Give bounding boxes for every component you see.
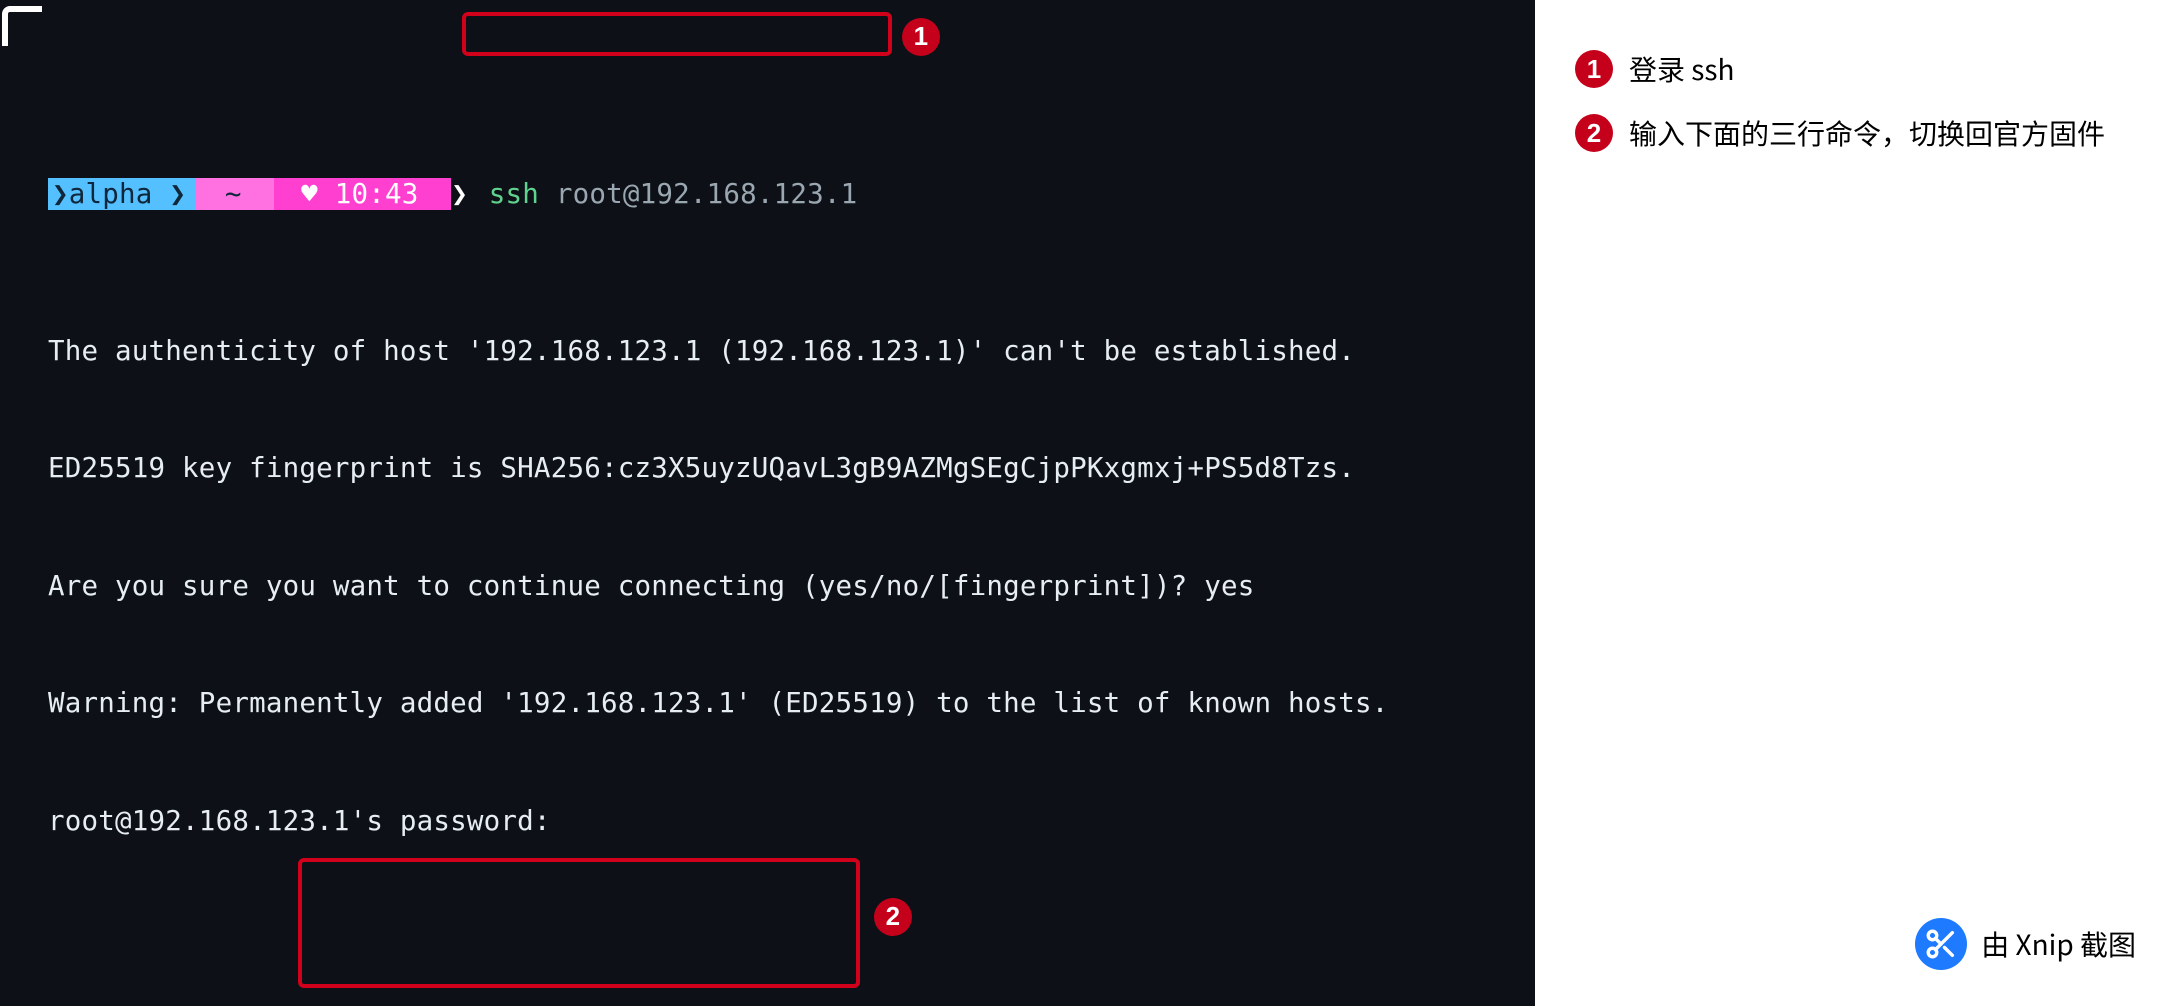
watermark: 由 Xnip 截图 [1915,918,2136,970]
blank-line [0,920,1535,959]
annotation-text: 登录 ssh [1629,48,2134,90]
annotation-number: 2 [1587,112,1601,154]
annotation-item-2: 2 输入下面的三行命令，切换回官方固件 [1575,112,2134,154]
annotation-badge-1: 1 [902,18,940,56]
heart-icon: ♥ [301,178,318,210]
terminal-window[interactable]: ❯alpha ❯ ~ ♥ 10:43 ❯ ssh root@192.168.12… [0,0,1535,1006]
command-arg: root@192.168.123.1 [556,178,858,210]
prompt-time-segment: ♥ 10:43 [274,178,451,210]
prompt-time: 10:43 [335,178,419,210]
scissors-icon [1915,918,1967,970]
output-line: Warning: Permanently added '192.168.123.… [0,684,1535,723]
annotation-number: 1 [1587,48,1601,90]
prompt-host-chevron: ❯ [52,178,69,210]
prompt-host-segment: ❯alpha ❯ [48,178,196,210]
prompt-host: alpha [69,178,153,210]
prompt-cwd-segment: ~ [196,178,274,210]
annotation-text: 输入下面的三行命令，切换回官方固件 [1629,112,2134,154]
prompt-chevron-icon: ❯ [169,178,186,210]
prompt-cwd: ~ [225,178,242,210]
annotation-item-1: 1 登录 ssh [1575,48,2134,90]
prompt-end-chevron-icon: ❯ [451,178,472,210]
output-line: ED25519 key fingerprint is SHA256:cz3X5u… [0,449,1535,488]
annotation-badge-1-label: 1 [914,17,929,56]
annotation-badge-icon: 2 [1575,114,1613,152]
annotation-badge-icon: 1 [1575,50,1613,88]
annotation-panel: 1 登录 ssh 2 输入下面的三行命令，切换回官方固件 由 Xnip 截图 [1535,0,2174,1006]
command-ssh: ssh [489,178,539,210]
output-line: Are you sure you want to continue connec… [0,567,1535,606]
selection-corner-icon [2,6,42,46]
output-line: root@192.168.123.1's password: [0,802,1535,841]
shell-prompt-line: ❯alpha ❯ ~ ♥ 10:43 ❯ ssh root@192.168.12… [0,175,1535,214]
output-line: The authenticity of host '192.168.123.1 … [0,332,1535,371]
highlight-box-1 [462,12,892,56]
watermark-text: 由 Xnip 截图 [1981,923,2136,965]
